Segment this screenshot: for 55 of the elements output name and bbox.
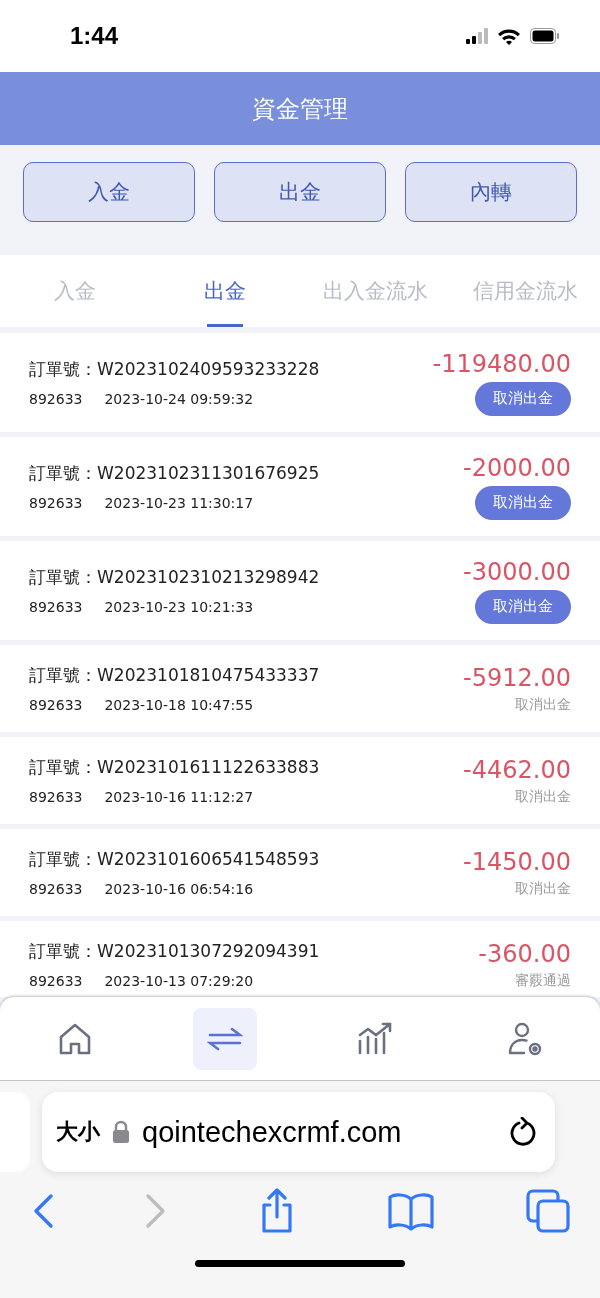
amount: -360.00 — [478, 939, 571, 968]
account-number: 892633 — [29, 495, 83, 511]
address-bar[interactable]: 大小 qointechexcrmf.com — [42, 1092, 555, 1172]
amount: -1450.00 — [463, 847, 571, 876]
status-text: 取消出金 — [515, 787, 571, 806]
order-number: 訂單號：W2023102310213298942 — [29, 566, 320, 589]
page-title: 資金管理 — [252, 93, 348, 125]
bookmarks-icon[interactable] — [387, 1191, 435, 1231]
cancel-button[interactable]: 取消出金 — [475, 589, 571, 624]
amount: -2000.00 — [463, 453, 571, 482]
account-number: 892633 — [29, 881, 83, 897]
account-number: 892633 — [29, 697, 83, 713]
record-time: 2023-10-23 11:30:17 — [104, 495, 254, 511]
text-size-button[interactable]: 大小 — [56, 1117, 100, 1147]
signal-icon — [466, 28, 488, 44]
account-number: 892633 — [29, 391, 83, 407]
order-number: 訂單號：W2023101307292094391 — [29, 940, 320, 963]
record-time: 2023-10-16 11:12:27 — [104, 789, 254, 805]
account-number: 892633 — [29, 973, 83, 989]
record-time: 2023-10-18 10:47:55 — [104, 697, 254, 713]
account-number: 892633 — [29, 789, 83, 805]
status-text: 審覈通過 — [515, 971, 571, 990]
battery-icon — [530, 28, 560, 44]
amount: -5912.00 — [463, 663, 571, 692]
account-number: 892633 — [29, 599, 83, 615]
order-number: 訂單號：W2023101606541548593 — [29, 848, 320, 871]
lock-icon — [112, 1120, 130, 1144]
record-time: 2023-10-24 09:59:32 — [104, 391, 254, 407]
amount: -3000.00 — [463, 557, 571, 586]
tabs-icon[interactable] — [526, 1189, 570, 1233]
action-button[interactable]: 入金 — [23, 162, 195, 222]
cancel-button[interactable]: 取消出金 — [475, 381, 571, 416]
amount: -119480.00 — [432, 349, 571, 378]
reload-icon[interactable] — [509, 1117, 537, 1147]
record-time: 2023-10-16 06:54:16 — [104, 881, 254, 897]
order-number: 訂單號：W2023102311301676925 — [29, 462, 320, 485]
amount: -4462.00 — [463, 755, 571, 784]
status-time: 1:44 — [70, 22, 119, 50]
cancel-button[interactable]: 取消出金 — [475, 485, 571, 520]
order-number: 訂單號：W2023101611122633883 — [29, 756, 320, 779]
order-number: 訂單號：W2023102409593233228 — [29, 358, 320, 381]
action-button[interactable]: 出金 — [214, 162, 386, 222]
record-time: 2023-10-23 10:21:33 — [104, 599, 254, 615]
status-text: 取消出金 — [515, 695, 571, 714]
order-number: 訂單號：W2023101810475433337 — [29, 664, 320, 687]
url-text: qointechexcrmf.com — [142, 1115, 403, 1149]
action-button[interactable]: 內轉 — [405, 162, 577, 222]
tab[interactable]: 出金 — [150, 255, 300, 327]
status-text: 取消出金 — [515, 879, 571, 898]
wifi-icon — [497, 27, 521, 45]
nav-button[interactable] — [193, 1007, 257, 1070]
record-time: 2023-10-13 07:29:20 — [104, 973, 254, 989]
back-icon[interactable] — [32, 1193, 54, 1229]
user-settings-icon — [507, 1020, 543, 1057]
chart-icon — [357, 1020, 393, 1057]
